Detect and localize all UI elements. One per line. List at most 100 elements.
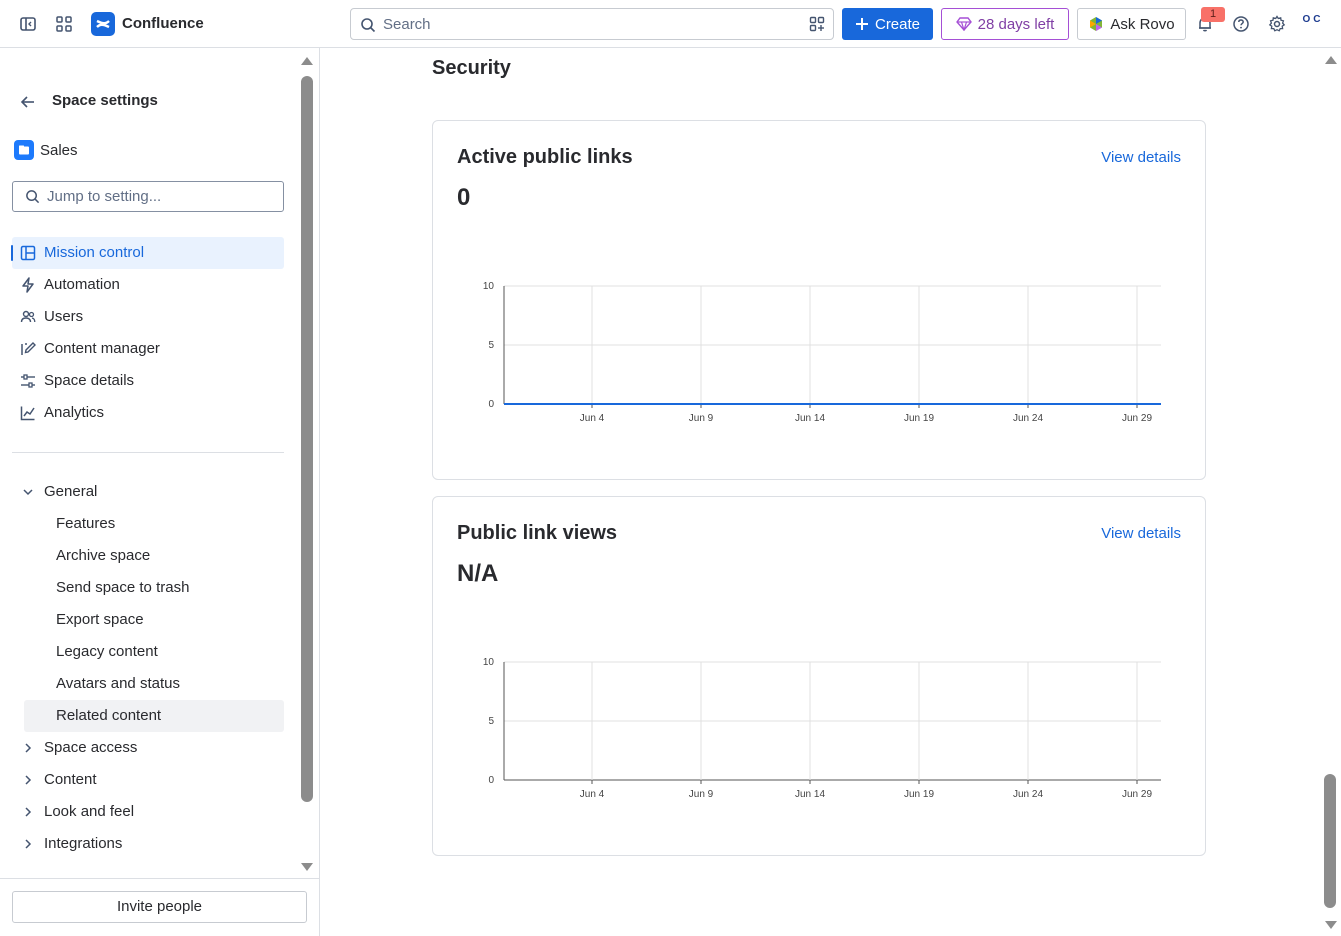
y-tick-label: 5 bbox=[488, 716, 494, 727]
sidebar-item-label: Analytics bbox=[44, 404, 105, 421]
card-title: Public link views bbox=[457, 522, 618, 544]
brand-name[interactable]: Confluence bbox=[122, 15, 204, 32]
chart-icon bbox=[20, 405, 36, 421]
space-icon bbox=[14, 140, 34, 160]
ask-rovo-button[interactable]: Ask Rovo bbox=[1077, 8, 1186, 40]
public-link-views-chart: 10 5 0 Jun 4 Jun 9 Jun 14 Jun 19 Jun 24 Jun 29 bbox=[483, 657, 1161, 800]
x-tick-label: Jun 24 bbox=[1013, 413, 1043, 424]
layout-icon bbox=[20, 245, 36, 261]
settings-gear-icon[interactable] bbox=[1265, 12, 1289, 36]
ask-rovo-label: Ask Rovo bbox=[1110, 15, 1175, 33]
sidebar-item-label: Users bbox=[44, 308, 84, 325]
y-tick-label: 5 bbox=[488, 340, 494, 351]
scroll-up-arrow-icon[interactable] bbox=[300, 56, 314, 66]
sidebar-group-general[interactable]: General bbox=[12, 476, 284, 508]
sidebar-group-label: Integrations bbox=[44, 835, 123, 852]
sidebar-item-space-details[interactable]: Space details bbox=[12, 365, 284, 397]
sidebar-subitem-send-to-trash[interactable]: Send space to trash bbox=[24, 572, 284, 604]
edit-icon bbox=[20, 341, 36, 357]
sidebar-item-automation[interactable]: Automation bbox=[12, 269, 284, 301]
y-tick-label: 0 bbox=[488, 399, 494, 410]
sidebar-item-label: Automation bbox=[44, 276, 120, 293]
sidebar-item-label: Content manager bbox=[44, 340, 160, 357]
active-public-links-chart: 10 5 0 Jun 4 Jun 9 Jun 14 Jun 19 Jun 24 Jun 29 bbox=[483, 281, 1161, 424]
sidebar-group-label: General bbox=[44, 483, 98, 500]
main-scroll-thumb[interactable] bbox=[1324, 774, 1336, 908]
sidebar-item-users[interactable]: Users bbox=[12, 301, 284, 333]
chevron-right-icon bbox=[20, 740, 36, 756]
chevron-down-icon bbox=[20, 484, 36, 500]
card-value: N/A bbox=[457, 560, 499, 587]
section-title: Security bbox=[432, 57, 511, 79]
sidebar-subitem-label: Export space bbox=[56, 611, 144, 628]
notification-badge: 1 bbox=[1201, 7, 1225, 22]
data-point bbox=[591, 403, 593, 405]
y-tick-label: 0 bbox=[488, 775, 494, 786]
search-icon bbox=[25, 189, 40, 209]
sidebar-group-content[interactable]: Content bbox=[12, 764, 284, 796]
search-input[interactable]: Search bbox=[350, 8, 834, 40]
view-details-link[interactable]: View details bbox=[1101, 525, 1181, 542]
x-tick-label: Jun 9 bbox=[689, 413, 714, 424]
public-link-views-card: Public link views View details N/A 10 5 0 J… bbox=[432, 496, 1206, 856]
jump-to-setting-input[interactable]: Jump to setting... bbox=[12, 181, 284, 212]
app-switcher-icon[interactable] bbox=[52, 12, 76, 36]
scroll-up-arrow-icon[interactable] bbox=[1324, 55, 1338, 65]
create-button[interactable]: Create bbox=[842, 8, 933, 40]
sidebar-subitem-export-space[interactable]: Export space bbox=[24, 604, 284, 636]
data-point bbox=[1027, 403, 1029, 405]
sidebar-subitem-label: Send space to trash bbox=[56, 579, 190, 596]
sidebar-subitem-archive-space[interactable]: Archive space bbox=[24, 540, 284, 572]
lightning-icon bbox=[20, 277, 36, 293]
scroll-down-arrow-icon[interactable] bbox=[1324, 920, 1338, 930]
search-icon bbox=[360, 17, 376, 38]
sidebar-footer: Invite people bbox=[0, 878, 319, 936]
sidebar-subitem-label: Archive space bbox=[56, 547, 151, 564]
x-tick-label: Jun 14 bbox=[795, 789, 825, 800]
x-tick-label: Jun 4 bbox=[580, 789, 605, 800]
sidebar-subitem-label: Related content bbox=[56, 707, 162, 724]
search-filter-icon[interactable] bbox=[809, 16, 825, 37]
invite-people-button[interactable]: Invite people bbox=[12, 891, 307, 923]
sidebar-group-look-and-feel[interactable]: Look and feel bbox=[12, 796, 284, 828]
sidebar-item-content-manager[interactable]: Content manager bbox=[12, 333, 284, 365]
space-name[interactable]: Sales bbox=[40, 142, 78, 159]
sidebar-subitem-avatars-status[interactable]: Avatars and status bbox=[24, 668, 284, 700]
sidebar-group-space-access[interactable]: Space access bbox=[12, 732, 284, 764]
active-public-links-card: Active public links View details 0 10 5 0 J… bbox=[432, 120, 1206, 480]
help-icon[interactable] bbox=[1229, 12, 1253, 36]
sidebar-scroll-thumb[interactable] bbox=[301, 76, 313, 802]
sliders-icon bbox=[20, 373, 36, 389]
sidebar-subitem-features[interactable]: Features bbox=[24, 508, 284, 540]
sidebar-title: Space settings bbox=[52, 92, 158, 109]
sidebar-item-mission-control[interactable]: Mission control bbox=[11, 237, 284, 269]
sidebar-divider bbox=[12, 452, 284, 453]
create-label: Create bbox=[874, 15, 921, 33]
view-details-link[interactable]: View details bbox=[1101, 149, 1181, 166]
sidebar-subitem-legacy-content[interactable]: Legacy content bbox=[24, 636, 284, 668]
sidebar-toggle-icon[interactable] bbox=[16, 12, 40, 36]
x-tick-label: Jun 24 bbox=[1013, 789, 1043, 800]
user-avatar[interactable]: OC bbox=[1301, 14, 1325, 34]
y-tick-label: 10 bbox=[483, 657, 495, 668]
scroll-down-arrow-icon[interactable] bbox=[300, 862, 314, 872]
y-tick-label: 10 bbox=[483, 281, 495, 292]
sidebar-subitem-label: Avatars and status bbox=[56, 675, 180, 692]
chevron-right-icon bbox=[20, 804, 36, 820]
sidebar-group-integrations[interactable]: Integrations bbox=[12, 828, 284, 860]
back-arrow-icon[interactable] bbox=[18, 92, 38, 117]
sidebar-subitem-label: Features bbox=[56, 515, 116, 532]
x-tick-label: Jun 19 bbox=[904, 413, 934, 424]
plus-icon bbox=[855, 18, 868, 30]
x-tick-label: Jun 19 bbox=[904, 789, 934, 800]
x-tick-label: Jun 9 bbox=[689, 789, 714, 800]
data-point bbox=[1136, 403, 1138, 405]
sidebar-item-label: Space details bbox=[44, 372, 135, 389]
trial-label: 28 days left bbox=[977, 15, 1055, 33]
main-content: Security Active public links View detail… bbox=[320, 48, 1341, 936]
settings-sidebar: Space settings Sales Jump to setting... … bbox=[0, 48, 320, 936]
trial-button[interactable]: 28 days left bbox=[941, 8, 1069, 40]
sidebar-subitem-related-content[interactable]: Related content bbox=[24, 700, 284, 732]
confluence-logo-icon[interactable] bbox=[91, 12, 115, 36]
sidebar-item-analytics[interactable]: Analytics bbox=[12, 397, 284, 429]
